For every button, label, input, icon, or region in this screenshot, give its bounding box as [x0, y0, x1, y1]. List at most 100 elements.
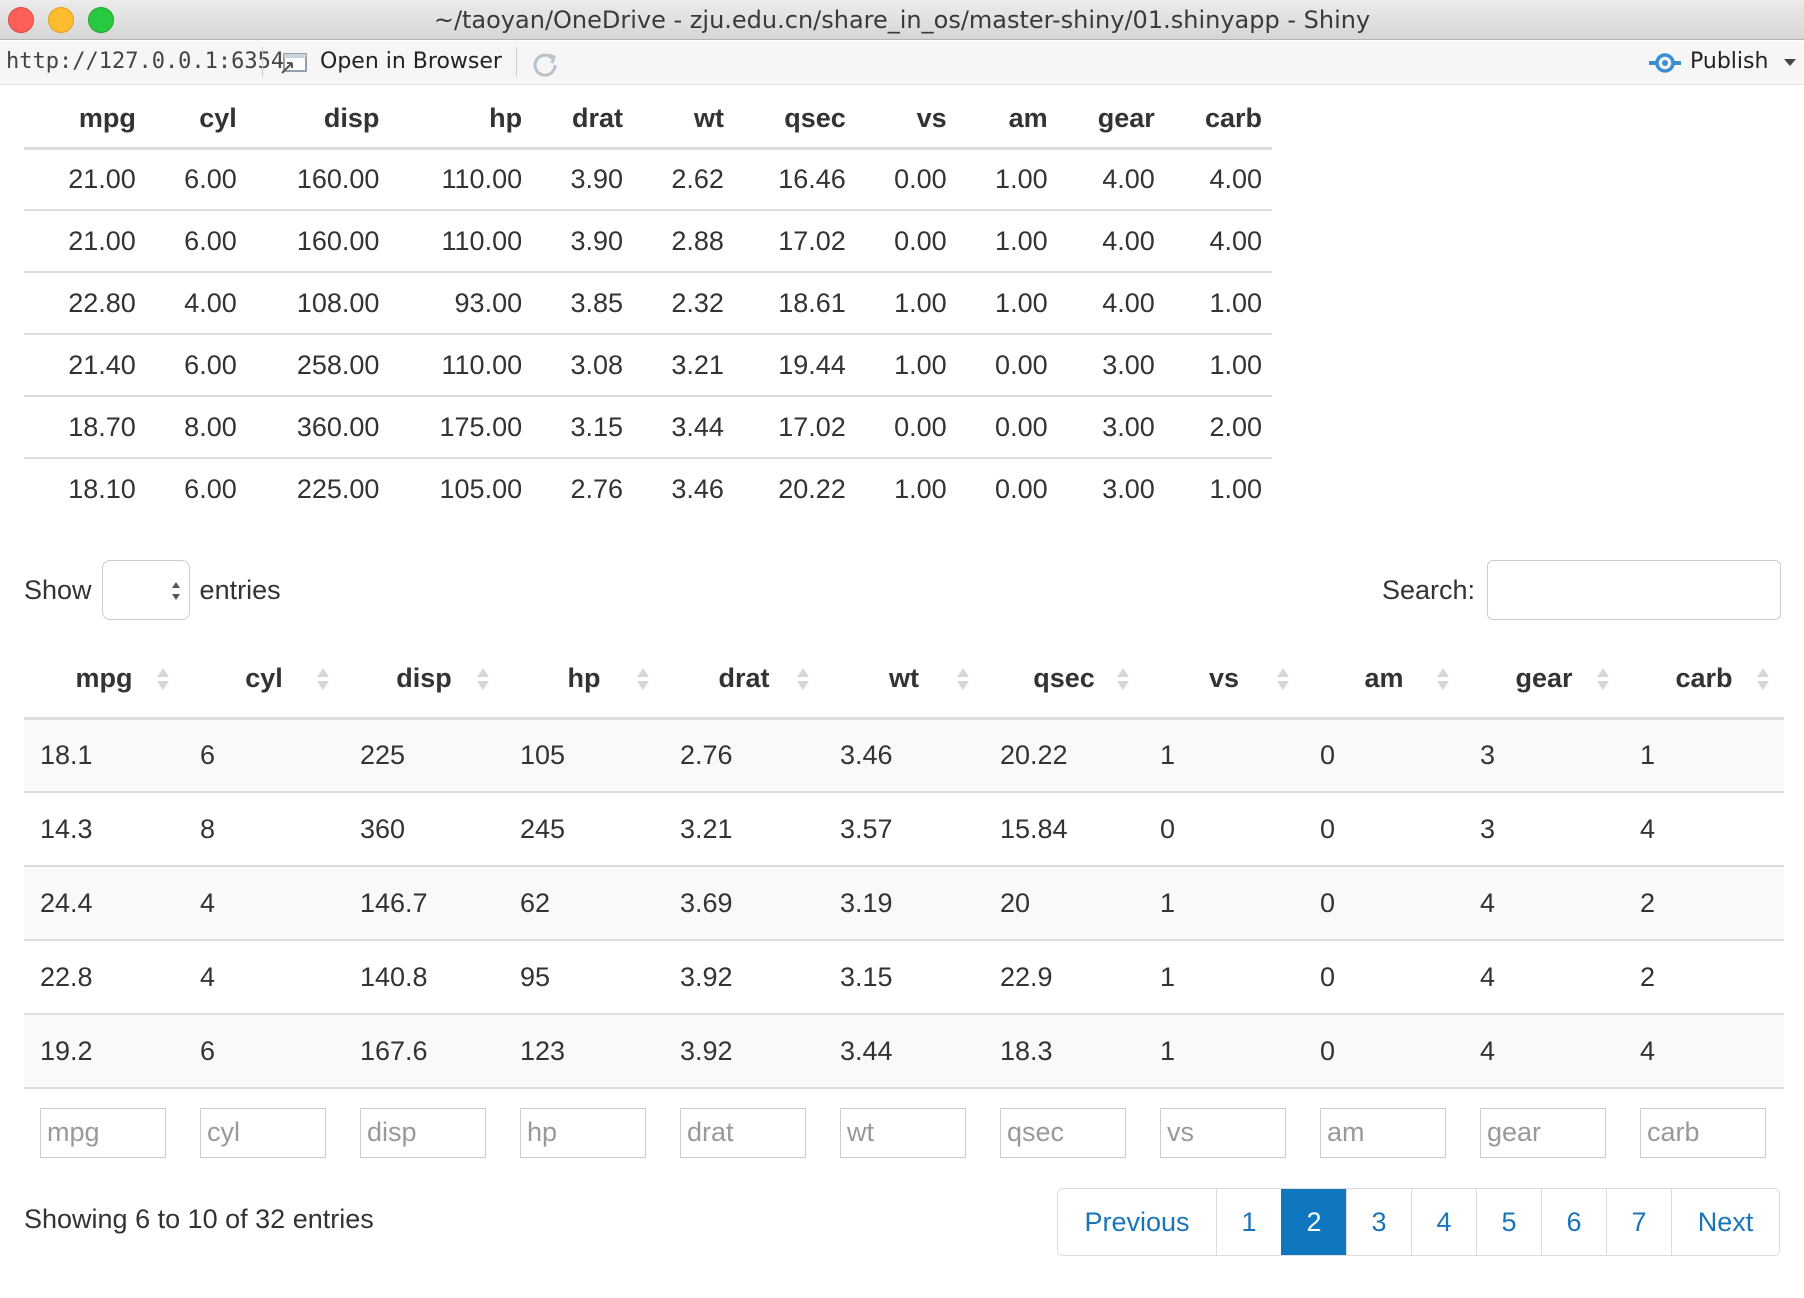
table-cell: 19.2 — [24, 1014, 184, 1089]
viewer-toolbar: http://127.0.0.1:6354 Open in Browser Pu… — [0, 41, 1804, 85]
table-cell: 3.21 — [664, 792, 824, 867]
sort-arrows-icon[interactable] — [1436, 664, 1450, 694]
page-button[interactable]: 6 — [1541, 1189, 1606, 1255]
sortable-column-header[interactable]: vs — [1144, 640, 1304, 720]
sort-arrows-icon[interactable] — [636, 664, 650, 694]
search-control: Search: — [1382, 560, 1782, 620]
static-table-row: 21.00 6.00 160.00 110.00 3.90 2.62 16.46 0.00 1.… — [24, 148, 1272, 211]
static-table-cell: 0.00 — [855, 148, 957, 211]
table-cell: 4 — [1464, 1014, 1624, 1089]
table-row[interactable]: 22.8 4 140.8 95 3.92 3.15 22.9 1 0 4 2 — [24, 940, 1784, 1015]
table-row[interactable]: 14.3 8 360 245 3.21 3.57 15.84 0 0 3 4 — [24, 792, 1784, 867]
static-table-cell: 3.90 — [532, 210, 634, 273]
app-url[interactable]: http://127.0.0.1:6354 — [6, 49, 284, 74]
table-cell: 3.19 — [824, 866, 984, 941]
static-table-cell: 3.21 — [633, 334, 734, 397]
table-row[interactable]: 19.2 6 167.6 123 3.92 3.44 18.3 1 0 4 4 — [24, 1014, 1784, 1089]
publish-icon[interactable] — [1648, 49, 1682, 77]
open-in-browser-button[interactable]: Open in Browser — [320, 49, 502, 74]
data-table-header-row: mpg cyl disp hp drat wt qsec vs am gear carb — [24, 640, 1784, 720]
data-table-body: 18.1 6 225 105 2.76 3.46 20.22 1 0 3 1 14.3 8 360 245 3… — [24, 718, 1784, 1089]
static-table-cell: 17.02 — [733, 396, 856, 459]
sort-arrows-icon[interactable] — [476, 664, 490, 694]
table-cell: 3 — [1464, 718, 1624, 793]
sort-arrows-icon[interactable] — [316, 664, 330, 694]
publish-button[interactable]: Publish — [1690, 49, 1768, 74]
open-in-browser-icon[interactable] — [280, 51, 308, 75]
static-col-header: carb — [1164, 90, 1272, 150]
sort-arrows-icon[interactable] — [156, 664, 170, 694]
search-input[interactable] — [1487, 560, 1782, 620]
sortable-column-header[interactable]: disp — [344, 640, 504, 720]
sortable-column-header[interactable]: drat — [664, 640, 824, 720]
page-button[interactable]: 1 — [1216, 1189, 1281, 1255]
column-filter-cell — [1624, 1088, 1784, 1176]
sort-arrows-icon[interactable] — [956, 664, 970, 694]
sort-arrows-icon[interactable] — [1756, 664, 1770, 694]
static-table-cell: 4.00 — [1057, 272, 1165, 335]
column-filter-input[interactable] — [360, 1107, 486, 1158]
table-cell: 4 — [184, 940, 344, 1015]
window-title: ~/taoyan/OneDrive - zju.edu.cn/share_in_… — [433, 6, 1371, 34]
static-table-cell: 0.00 — [956, 334, 1058, 397]
sort-arrows-icon[interactable] — [1276, 664, 1290, 694]
column-header-label: gear — [1515, 662, 1573, 693]
static-table-cell: 3.00 — [1057, 334, 1165, 397]
sortable-column-header[interactable]: wt — [824, 640, 984, 720]
static-table-cell: 0.00 — [855, 396, 957, 459]
static-col-header: am — [956, 90, 1058, 150]
static-table-cell: 1.00 — [956, 210, 1058, 273]
table-row[interactable]: 24.4 4 146.7 62 3.69 3.19 20 1 0 4 2 — [24, 866, 1784, 941]
static-table-cell: 258.00 — [246, 334, 390, 397]
table-cell: 95 — [504, 940, 664, 1015]
page-button[interactable]: 5 — [1476, 1189, 1541, 1255]
table-row[interactable]: 18.1 6 225 105 2.76 3.46 20.22 1 0 3 1 — [24, 718, 1784, 793]
table-cell: 24.4 — [24, 866, 184, 941]
sortable-column-header[interactable]: hp — [504, 640, 664, 720]
column-filter-input[interactable] — [520, 1107, 646, 1158]
sortable-column-header[interactable]: carb — [1624, 640, 1784, 720]
page-button[interactable]: 4 — [1411, 1189, 1476, 1255]
sort-arrows-icon[interactable] — [796, 664, 810, 694]
previous-page-button[interactable]: Previous — [1058, 1189, 1216, 1255]
table-cell: 0 — [1304, 940, 1464, 1015]
publish-dropdown-chevron-icon[interactable] — [1784, 59, 1796, 66]
column-filter-input[interactable] — [680, 1107, 806, 1158]
column-filter-input[interactable] — [200, 1107, 326, 1158]
sortable-column-header[interactable]: am — [1304, 640, 1464, 720]
column-filter-input[interactable] — [40, 1107, 166, 1158]
sortable-column-header[interactable]: gear — [1464, 640, 1624, 720]
table-cell: 1 — [1144, 1014, 1304, 1089]
column-filter-input[interactable] — [1320, 1107, 1446, 1158]
column-filter-input[interactable] — [840, 1107, 966, 1158]
table-cell: 15.84 — [984, 792, 1144, 867]
page-button[interactable]: 3 — [1346, 1189, 1411, 1255]
table-cell: 6 — [184, 1014, 344, 1089]
sort-arrows-icon[interactable] — [1116, 664, 1130, 694]
static-table-cell: 1.00 — [855, 334, 957, 397]
static-table-cell: 6.00 — [145, 334, 247, 397]
sortable-column-header[interactable]: mpg — [24, 640, 184, 720]
column-filter-input[interactable] — [1640, 1107, 1766, 1158]
table-cell: 167.6 — [344, 1014, 504, 1089]
static-table-cell: 1.00 — [1209, 474, 1262, 504]
next-page-button[interactable]: Next — [1671, 1189, 1779, 1255]
refresh-icon[interactable] — [530, 49, 560, 79]
page-button[interactable]: 2 — [1281, 1189, 1346, 1255]
column-filter-cell — [504, 1088, 664, 1176]
static-table-row: 22.80 4.00 108.00 93.00 3.85 2.32 18.61 1.00 1.0… — [24, 272, 1272, 335]
column-filter-input[interactable] — [1480, 1107, 1606, 1158]
table-cell: 4 — [1464, 866, 1624, 941]
static-table-cell: 0.00 — [995, 474, 1048, 504]
column-filter-input[interactable] — [1160, 1107, 1286, 1158]
table-cell: 0 — [1144, 792, 1304, 867]
static-col-header: qsec — [733, 90, 856, 150]
column-filter-input[interactable] — [1000, 1107, 1126, 1158]
sort-arrows-icon[interactable] — [1596, 664, 1610, 694]
page-button[interactable]: 7 — [1606, 1189, 1671, 1255]
entries-length-select[interactable] — [101, 560, 190, 620]
sortable-column-header[interactable]: qsec — [984, 640, 1144, 720]
static-table-cell: 93.00 — [389, 272, 533, 335]
static-table-cell: 2.62 — [633, 148, 734, 211]
sortable-column-header[interactable]: cyl — [184, 640, 344, 720]
